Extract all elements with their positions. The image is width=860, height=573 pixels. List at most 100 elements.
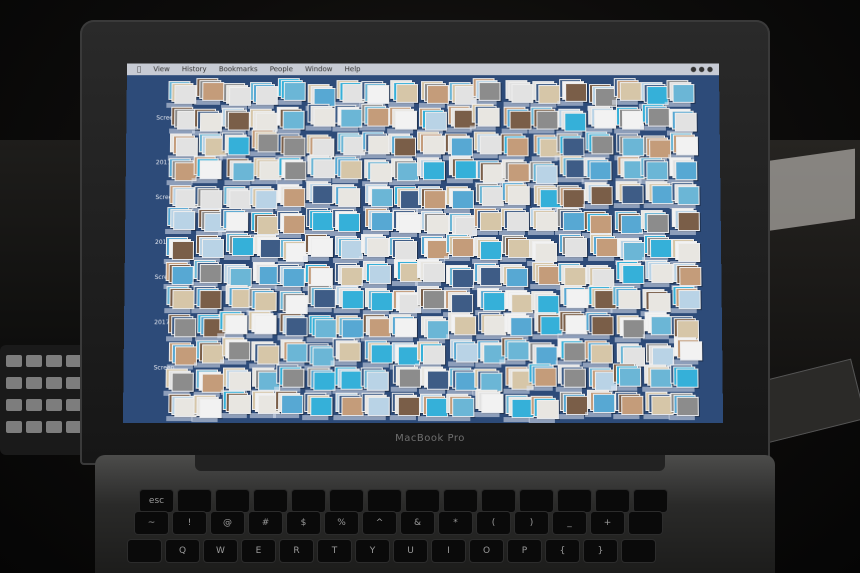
- screenshot-file-thumbnail[interactable]: [479, 266, 502, 286]
- screenshot-file-thumbnail[interactable]: [453, 315, 476, 335]
- screenshot-file-thumbnail[interactable]: [565, 82, 588, 102]
- screenshot-file-thumbnail[interactable]: [478, 108, 501, 127]
- screenshot-file-thumbnail[interactable]: [426, 397, 449, 417]
- screenshot-file-thumbnail[interactable]: [199, 263, 222, 283]
- screenshot-file-thumbnail[interactable]: [507, 137, 530, 157]
- screenshot-file-thumbnail[interactable]: [228, 372, 251, 392]
- screenshot-file-thumbnail[interactable]: [591, 316, 614, 336]
- screenshot-file-thumbnail[interactable]: [479, 240, 502, 260]
- screenshot-file-thumbnail[interactable]: [226, 211, 249, 231]
- keyboard-key[interactable]: (: [477, 512, 510, 534]
- screenshot-file-thumbnail[interactable]: [594, 110, 617, 130]
- keyboard-key[interactable]: %: [325, 512, 358, 534]
- screenshot-file-thumbnail[interactable]: [563, 342, 586, 362]
- screenshot-file-thumbnail[interactable]: [536, 110, 559, 130]
- screenshot-file-thumbnail[interactable]: [511, 294, 534, 314]
- screenshot-file-thumbnail[interactable]: [455, 160, 478, 180]
- screenshot-file-thumbnail[interactable]: [227, 136, 250, 156]
- keyboard-key[interactable]: P: [508, 540, 541, 562]
- keyboard-key[interactable]: ~: [135, 512, 168, 534]
- screenshot-file-thumbnail[interactable]: [283, 215, 306, 235]
- screenshot-file-thumbnail[interactable]: [562, 211, 585, 231]
- screenshot-file-thumbnail[interactable]: [507, 341, 530, 361]
- screenshot-file-thumbnail[interactable]: [367, 85, 390, 105]
- screenshot-file-thumbnail[interactable]: [679, 341, 703, 361]
- screenshot-file-thumbnail[interactable]: [367, 107, 390, 127]
- screenshot-file-thumbnail[interactable]: [282, 187, 305, 207]
- screenshot-file-thumbnail[interactable]: [562, 137, 585, 157]
- keyboard-key[interactable]: U: [394, 540, 427, 562]
- screenshot-file-thumbnail[interactable]: [536, 399, 559, 419]
- screenshot-file-thumbnail[interactable]: [590, 214, 613, 234]
- screenshot-file-thumbnail[interactable]: [394, 317, 417, 337]
- screenshot-file-thumbnail[interactable]: [427, 370, 450, 390]
- keyboard-key[interactable]: [629, 512, 662, 534]
- keyboard-key[interactable]: T: [318, 540, 351, 562]
- screenshot-file-thumbnail[interactable]: [228, 190, 252, 210]
- screenshot-file-thumbnail[interactable]: [508, 185, 531, 205]
- screenshot-file-thumbnail[interactable]: [310, 267, 333, 287]
- keyboard-key[interactable]: &: [401, 512, 434, 534]
- keyboard-key[interactable]: +: [591, 512, 624, 534]
- screenshot-file-thumbnail[interactable]: [622, 318, 646, 339]
- screenshot-file-thumbnail[interactable]: [171, 240, 195, 260]
- screenshot-file-thumbnail[interactable]: [422, 161, 445, 181]
- screenshot-file-thumbnail[interactable]: [313, 289, 336, 309]
- screenshot-file-thumbnail[interactable]: [199, 189, 222, 209]
- screenshot-file-thumbnail[interactable]: [282, 268, 305, 288]
- screenshot-file-thumbnail[interactable]: [506, 211, 529, 231]
- screenshot-file-thumbnail[interactable]: [563, 266, 586, 286]
- screenshot-file-thumbnail[interactable]: [679, 267, 702, 287]
- keyboard-key[interactable]: E: [242, 540, 275, 562]
- keyboard-key[interactable]: [330, 490, 363, 512]
- screenshot-file-thumbnail[interactable]: [370, 187, 393, 207]
- screenshot-file-thumbnail[interactable]: [171, 372, 195, 393]
- screenshot-file-thumbnail[interactable]: [591, 135, 614, 155]
- menu-item-view[interactable]: View: [153, 65, 170, 73]
- screenshot-file-thumbnail[interactable]: [398, 368, 421, 388]
- screenshot-file-thumbnail[interactable]: [176, 137, 199, 157]
- keyboard-key[interactable]: $: [287, 512, 320, 534]
- screenshot-file-thumbnail[interactable]: [479, 135, 502, 155]
- screenshot-file-thumbnail[interactable]: [370, 212, 393, 232]
- keyboard-key[interactable]: {: [546, 540, 579, 562]
- screenshot-file-thumbnail[interactable]: [677, 212, 700, 232]
- screenshot-file-thumbnail[interactable]: [565, 315, 588, 335]
- screenshot-file-thumbnail[interactable]: [620, 82, 643, 102]
- screenshot-file-thumbnail[interactable]: [174, 318, 197, 338]
- screenshot-file-thumbnail[interactable]: [452, 189, 475, 209]
- screenshot-file-thumbnail[interactable]: [283, 137, 306, 157]
- screenshot-file-thumbnail[interactable]: [314, 319, 337, 339]
- screenshot-file-thumbnail[interactable]: [174, 85, 197, 105]
- screenshot-file-thumbnail[interactable]: [677, 319, 700, 340]
- screenshot-file-thumbnail[interactable]: [202, 239, 225, 259]
- screenshot-file-thumbnail[interactable]: [338, 342, 361, 362]
- screenshot-file-thumbnail[interactable]: [534, 367, 557, 387]
- screenshot-file-thumbnail[interactable]: [229, 267, 253, 287]
- keyboard-key[interactable]: R: [280, 540, 313, 562]
- keyboard-key[interactable]: *: [439, 512, 472, 534]
- screenshot-file-thumbnail[interactable]: [480, 393, 504, 414]
- screenshot-file-thumbnail[interactable]: [370, 344, 394, 364]
- screenshot-file-thumbnail[interactable]: [257, 133, 280, 153]
- screenshot-file-thumbnail[interactable]: [281, 395, 304, 415]
- keyboard-key[interactable]: [128, 540, 161, 562]
- screenshot-file-thumbnail[interactable]: [227, 341, 251, 361]
- screenshot-file-thumbnail[interactable]: [228, 86, 251, 106]
- screenshot-file-thumbnail[interactable]: [228, 394, 251, 414]
- screenshot-file-thumbnail[interactable]: [284, 161, 307, 181]
- screenshot-file-thumbnail[interactable]: [622, 264, 645, 284]
- screenshot-file-thumbnail[interactable]: [424, 190, 447, 210]
- screenshot-file-thumbnail[interactable]: [366, 371, 389, 391]
- screenshot-file-thumbnail[interactable]: [368, 265, 391, 285]
- keyboard-key[interactable]: [216, 490, 249, 512]
- screenshot-file-thumbnail[interactable]: [199, 160, 222, 180]
- keyboard-key[interactable]: Q: [166, 540, 199, 562]
- screenshot-file-thumbnail[interactable]: [199, 290, 222, 310]
- keyboard-key[interactable]: [292, 490, 325, 512]
- keyboard-key[interactable]: @: [211, 512, 244, 534]
- screenshot-file-thumbnail[interactable]: [231, 237, 254, 257]
- screenshot-file-thumbnail[interactable]: [286, 343, 309, 363]
- screenshot-file-thumbnail[interactable]: [451, 268, 474, 288]
- screenshot-file-thumbnail[interactable]: [225, 315, 248, 335]
